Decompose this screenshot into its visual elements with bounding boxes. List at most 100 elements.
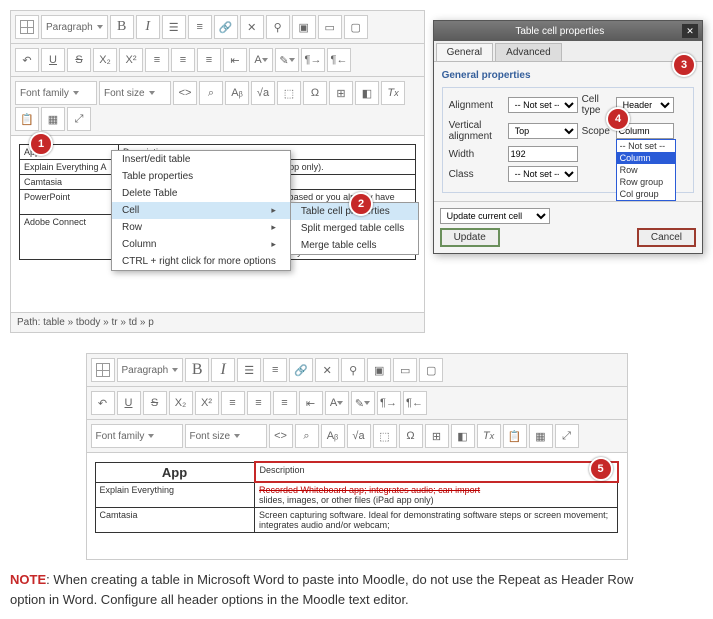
font-size-select[interactable]: Font size [185, 424, 267, 448]
paste-icon[interactable]: 📋 [503, 424, 527, 448]
number-list-button[interactable]: ≡ [263, 358, 287, 382]
strike-button[interactable]: S [67, 48, 91, 72]
align-left-icon[interactable]: ≡ [221, 391, 245, 415]
outdent-icon[interactable]: ⇤ [299, 391, 323, 415]
sub-merge-cells[interactable]: Merge table cells [291, 237, 418, 254]
special-char-icon[interactable]: Ω [399, 424, 423, 448]
textcolor-icon[interactable]: A [249, 48, 273, 72]
bgcolor-icon[interactable]: ✎ [351, 391, 375, 415]
unlink-icon[interactable]: ✕ [315, 358, 339, 382]
rtl-icon[interactable]: ¶← [403, 391, 427, 415]
charmap-icon[interactable]: ⬚ [373, 424, 397, 448]
find-icon[interactable]: ⌕ [295, 424, 319, 448]
bullet-list-button[interactable]: ☰ [237, 358, 261, 382]
file-icon[interactable]: ▢ [344, 15, 368, 39]
strike-button[interactable]: S [143, 391, 167, 415]
anchor-icon[interactable]: ⚲ [341, 358, 365, 382]
italic-button[interactable]: I [136, 15, 160, 39]
align-center-icon[interactable]: ≡ [171, 48, 195, 72]
sub-split-cells[interactable]: Split merged table cells [291, 220, 418, 237]
align-left-icon[interactable]: ≡ [145, 48, 169, 72]
special-char-icon[interactable]: Ω [303, 81, 327, 105]
ctx-insert-table[interactable]: Insert/edit table [112, 151, 290, 168]
underline-button[interactable]: U [117, 391, 141, 415]
table-icon[interactable]: ⊞ [425, 424, 449, 448]
scope-opt-notset[interactable]: -- Not set -- [617, 140, 675, 152]
image-icon[interactable]: ▣ [292, 15, 316, 39]
link-icon[interactable]: 🔗 [289, 358, 313, 382]
eraser-icon[interactable]: Tx [381, 81, 405, 105]
image-icon[interactable]: ▣ [367, 358, 391, 382]
editor-body[interactable]: App Description Explain Everything A p, … [11, 136, 424, 312]
ctx-delete-table[interactable]: Delete Table [112, 185, 290, 202]
underline-button[interactable]: U [41, 48, 65, 72]
editor-body-bottom[interactable]: App Description Explain Everything Recor… [87, 453, 627, 559]
scope-opt-column[interactable]: Column [617, 152, 675, 164]
sel-update-mode[interactable]: Update current cell [440, 208, 550, 224]
undo-icon[interactable]: ↶ [91, 391, 115, 415]
table-grid-icon[interactable] [15, 15, 39, 39]
html-icon[interactable]: <> [173, 81, 197, 105]
ctx-column[interactable]: Column [112, 236, 290, 253]
tab-advanced[interactable]: Advanced [495, 43, 561, 61]
undo-icon[interactable]: ↶ [15, 48, 39, 72]
scope-opt-row[interactable]: Row [617, 164, 675, 176]
bold-button[interactable]: B [110, 15, 134, 39]
spellcheck-icon[interactable]: Aᵦ [225, 81, 249, 105]
eraser-icon[interactable]: Tx [477, 424, 501, 448]
scope-opt-colgroup[interactable]: Col group [617, 188, 675, 200]
font-family-select[interactable]: Font family [91, 424, 183, 448]
ctx-cell[interactable]: Cell Table cell properties Split merged … [112, 202, 290, 219]
rtl-icon[interactable]: ¶← [327, 48, 351, 72]
close-icon[interactable]: ✕ [682, 24, 698, 38]
sel-valign[interactable]: Top [508, 123, 578, 139]
file-icon[interactable]: ▢ [419, 358, 443, 382]
find-icon[interactable]: ⌕ [199, 81, 223, 105]
fullscreen-icon[interactable]: ⤢ [555, 424, 579, 448]
format-select[interactable]: Paragraph [41, 15, 108, 39]
font-family-select[interactable]: Font family [15, 81, 97, 105]
outdent-icon[interactable]: ⇤ [223, 48, 247, 72]
align-right-icon[interactable]: ≡ [197, 48, 221, 72]
anchor-icon[interactable]: ⚲ [266, 15, 290, 39]
bold-button[interactable]: B [185, 358, 209, 382]
cancel-button[interactable]: Cancel [637, 228, 696, 247]
clear-icon[interactable]: ◧ [355, 81, 379, 105]
misc-icon[interactable]: ▦ [529, 424, 553, 448]
align-center-icon[interactable]: ≡ [247, 391, 271, 415]
subscript-button[interactable]: X₂ [169, 391, 193, 415]
link-icon[interactable]: 🔗 [214, 15, 238, 39]
clear-icon[interactable]: ◧ [451, 424, 475, 448]
media-icon[interactable]: ▭ [393, 358, 417, 382]
ltr-icon[interactable]: ¶→ [377, 391, 401, 415]
ctx-row[interactable]: Row [112, 219, 290, 236]
scope-opt-rowgroup[interactable]: Row group [617, 176, 675, 188]
spellcheck-icon[interactable]: Aᵦ [321, 424, 345, 448]
textcolor-icon[interactable]: A [325, 391, 349, 415]
font-size-select[interactable]: Font size [99, 81, 171, 105]
superscript-button[interactable]: X² [195, 391, 219, 415]
equation-icon[interactable]: √a [251, 81, 275, 105]
unlink-icon[interactable]: ✕ [240, 15, 264, 39]
update-button[interactable]: Update [440, 228, 500, 247]
ltr-icon[interactable]: ¶→ [301, 48, 325, 72]
format-select[interactable]: Paragraph [117, 358, 184, 382]
sel-alignment[interactable]: -- Not set -- [508, 97, 578, 113]
inp-width[interactable] [508, 146, 578, 162]
html-icon[interactable]: <> [269, 424, 293, 448]
table-icon[interactable]: ⊞ [329, 81, 353, 105]
charmap-icon[interactable]: ⬚ [277, 81, 301, 105]
equation-icon[interactable]: √a [347, 424, 371, 448]
bullet-list-button[interactable]: ☰ [162, 15, 186, 39]
paste-icon[interactable]: 📋 [15, 107, 39, 131]
fullscreen-icon[interactable]: ⤢ [67, 107, 91, 131]
align-right-icon[interactable]: ≡ [273, 391, 297, 415]
sel-class[interactable]: -- Not set -- [508, 166, 578, 182]
media-icon[interactable]: ▭ [318, 15, 342, 39]
subscript-button[interactable]: X₂ [93, 48, 117, 72]
italic-button[interactable]: I [211, 358, 235, 382]
ctx-more[interactable]: CTRL + right click for more options [112, 253, 290, 270]
misc-icon[interactable]: ▦ [41, 107, 65, 131]
table-grid-icon[interactable] [91, 358, 115, 382]
bgcolor-icon[interactable]: ✎ [275, 48, 299, 72]
